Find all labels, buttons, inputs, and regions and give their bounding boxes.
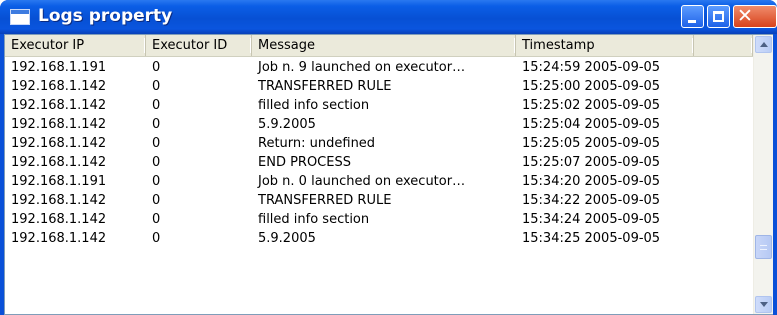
- column-header-executor-id[interactable]: Executor ID: [146, 35, 252, 56]
- cell-executor-ip: 192.168.1.142: [11, 117, 107, 132]
- cell-message: Job n. 0 launched on executor…: [258, 174, 466, 189]
- title-bar[interactable]: Logs property ✕: [0, 0, 777, 34]
- cell-executor-id: 0: [152, 174, 161, 189]
- cell-timestamp: 15:25:02 2005-09-05: [522, 98, 661, 113]
- cell-timestamp: 15:25:00 2005-09-05: [522, 79, 661, 94]
- cell-executor-ip: 192.168.1.142: [11, 155, 107, 170]
- cell-message: filled info section: [258, 98, 370, 113]
- window-title: Logs property: [38, 6, 173, 26]
- minimize-icon: [688, 20, 696, 23]
- cell-timestamp: 15:25:07 2005-09-05: [522, 155, 661, 170]
- logs-property-window: Logs property ✕ Executor IP Executor ID …: [0, 0, 777, 315]
- table-row[interactable]: 192.168.1.142 0 filled info section 15:2…: [5, 96, 753, 115]
- cell-message: filled info section: [258, 212, 370, 227]
- cell-message: 5.9.2005: [258, 117, 316, 132]
- cell-executor-id: 0: [152, 60, 161, 75]
- minimize-button[interactable]: [681, 5, 704, 28]
- cell-timestamp: 15:34:25 2005-09-05: [522, 231, 661, 246]
- table-row[interactable]: 192.168.1.142 0 5.9.2005 15:25:04 2005-0…: [5, 115, 753, 134]
- close-button[interactable]: ✕: [733, 5, 777, 28]
- window-icon: [10, 9, 30, 25]
- cell-executor-ip: 192.168.1.191: [11, 60, 107, 75]
- table-row[interactable]: 192.168.1.142 0 TRANSFERRED RULE 15:34:2…: [5, 191, 753, 210]
- cell-executor-ip: 192.168.1.142: [11, 136, 107, 151]
- logs-table: Executor IP Executor ID Message Timestam…: [4, 34, 773, 315]
- table-row[interactable]: 192.168.1.191 0 Job n. 9 launched on exe…: [5, 58, 753, 77]
- table-row[interactable]: 192.168.1.142 0 TRANSFERRED RULE 15:25:0…: [5, 77, 753, 96]
- table-header: Executor IP Executor ID Message Timestam…: [5, 35, 753, 57]
- column-header-message[interactable]: Message: [252, 35, 516, 56]
- cell-executor-id: 0: [152, 155, 161, 170]
- vertical-scrollbar[interactable]: [753, 35, 773, 314]
- cell-executor-ip: 192.168.1.142: [11, 231, 107, 246]
- cell-executor-id: 0: [152, 98, 161, 113]
- cell-executor-ip: 192.168.1.142: [11, 98, 107, 113]
- column-header-empty[interactable]: [694, 35, 753, 56]
- cell-executor-id: 0: [152, 212, 161, 227]
- cell-message: TRANSFERRED RULE: [258, 193, 392, 208]
- cell-timestamp: 15:34:20 2005-09-05: [522, 174, 661, 189]
- column-header-executor-ip[interactable]: Executor IP: [5, 35, 146, 56]
- scrollbar-thumb[interactable]: [755, 235, 772, 259]
- cell-message: Job n. 9 launched on executor…: [258, 60, 466, 75]
- table-row[interactable]: 192.168.1.142 0 filled info section 15:3…: [5, 210, 753, 229]
- cell-timestamp: 15:25:05 2005-09-05: [522, 136, 661, 151]
- cell-executor-ip: 192.168.1.142: [11, 212, 107, 227]
- cell-timestamp: 15:34:22 2005-09-05: [522, 193, 661, 208]
- chevron-up-icon: [760, 42, 768, 47]
- cell-executor-id: 0: [152, 136, 161, 151]
- cell-executor-id: 0: [152, 117, 161, 132]
- cell-timestamp: 15:25:04 2005-09-05: [522, 117, 661, 132]
- cell-executor-id: 0: [152, 231, 161, 246]
- scroll-down-button[interactable]: [755, 296, 772, 313]
- table-row[interactable]: 192.168.1.142 0 Return: undefined 15:25:…: [5, 134, 753, 153]
- cell-executor-ip: 192.168.1.142: [11, 79, 107, 94]
- cell-executor-ip: 192.168.1.191: [11, 174, 107, 189]
- table-row[interactable]: 192.168.1.142 0 5.9.2005 15:34:25 2005-0…: [5, 229, 753, 248]
- cell-executor-id: 0: [152, 79, 161, 94]
- close-icon: ✕: [737, 5, 753, 27]
- column-header-timestamp[interactable]: Timestamp: [516, 35, 694, 56]
- cell-message: 5.9.2005: [258, 231, 316, 246]
- cell-message: Return: undefined: [258, 136, 376, 151]
- cell-message: TRANSFERRED RULE: [258, 79, 392, 94]
- cell-timestamp: 15:24:59 2005-09-05: [522, 60, 661, 75]
- maximize-button[interactable]: [707, 5, 730, 28]
- cell-message: END PROCESS: [258, 155, 351, 170]
- scroll-up-button[interactable]: [755, 36, 772, 53]
- cell-executor-ip: 192.168.1.142: [11, 193, 107, 208]
- table-row[interactable]: 192.168.1.142 0 END PROCESS 15:25:07 200…: [5, 153, 753, 172]
- table-row[interactable]: 192.168.1.191 0 Job n. 0 launched on exe…: [5, 172, 753, 191]
- maximize-icon: [713, 11, 724, 22]
- table-body: 192.168.1.191 0 Job n. 9 launched on exe…: [5, 58, 753, 248]
- cell-timestamp: 15:34:24 2005-09-05: [522, 212, 661, 227]
- chevron-down-icon: [760, 302, 768, 307]
- cell-executor-id: 0: [152, 193, 161, 208]
